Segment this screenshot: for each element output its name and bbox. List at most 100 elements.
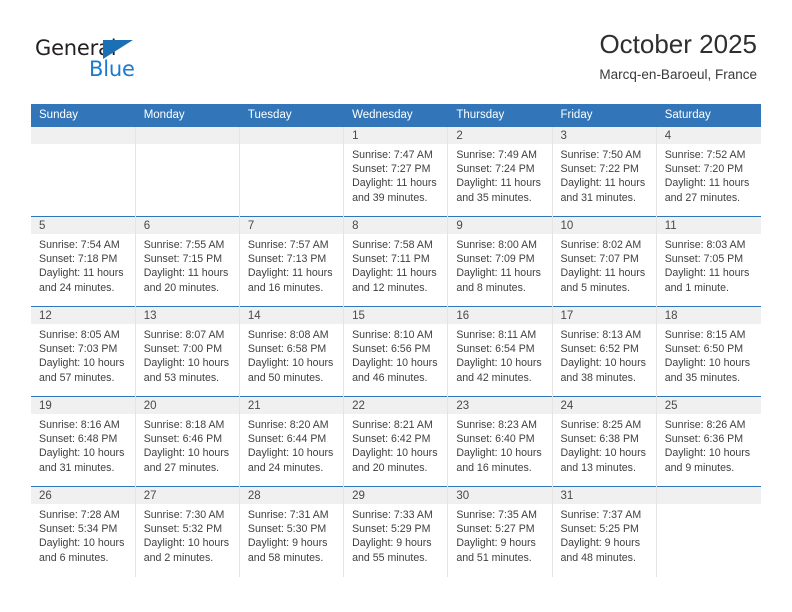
daylight-text-line1: Daylight: 10 hours	[456, 447, 542, 460]
daylight-text-line1: Daylight: 10 hours	[664, 447, 751, 460]
daylight-text-line2: and 1 minute.	[664, 281, 729, 294]
calendar-day-cell[interactable]: 19 Sunrise: 8:16 AM Sunset: 6:48 PM Dayligh…	[31, 396, 136, 487]
daylight-text-line1: Daylight: 10 hours	[560, 447, 646, 460]
calendar-day-cell[interactable]: 9 Sunrise: 8:00 AM Sunset: 7:09 PM Daylight…	[447, 216, 553, 307]
calendar-day-cell[interactable]: 31 Sunrise: 7:37 AM Sunset: 5:25 PM Dayligh…	[552, 486, 657, 577]
sunrise-text: Sunrise: 8:13 AM	[560, 329, 642, 341]
calendar-day-cell[interactable]: 7 Sunrise: 7:57 AM Sunset: 7:13 PM Daylight…	[239, 216, 345, 307]
calendar-day-cell[interactable]: 8 Sunrise: 7:58 AM Sunset: 7:11 PM Daylight…	[343, 216, 449, 307]
day-details: Sunrise: 7:57 AM Sunset: 7:13 PM Daylight:…	[240, 234, 343, 295]
day-number: 1	[344, 127, 448, 144]
calendar-day-cell[interactable]: 5 Sunrise: 7:54 AM Sunset: 7:18 PM Daylight…	[31, 216, 136, 307]
daylight-text-line2: and 12 minutes.	[352, 281, 428, 294]
calendar-day-cell[interactable]: 13 Sunrise: 8:07 AM Sunset: 7:00 PM Dayligh…	[135, 306, 240, 397]
sunset-text: Sunset: 6:38 PM	[560, 433, 639, 446]
daylight-text-line2: and 39 minutes.	[352, 191, 428, 204]
day-number: 4	[656, 127, 761, 144]
calendar-day-cell[interactable]: 3 Sunrise: 7:50 AM Sunset: 7:22 PM Daylight…	[552, 126, 657, 217]
calendar-day-cell[interactable]: 28 Sunrise: 7:31 AM Sunset: 5:30 PM Dayligh…	[239, 486, 345, 577]
sunset-text: Sunset: 7:22 PM	[560, 163, 639, 176]
daylight-text-line1: Daylight: 11 hours	[352, 177, 437, 190]
day-number	[239, 127, 344, 144]
daylight-text-line1: Daylight: 10 hours	[39, 357, 125, 370]
title-block: October 2025 Marcq-en-Baroeul, France	[599, 28, 757, 84]
day-details: Sunrise: 8:20 AM Sunset: 6:44 PM Daylight:…	[240, 414, 343, 475]
day-number: 16	[448, 307, 552, 324]
daylight-text-line2: and 55 minutes.	[352, 551, 428, 564]
weekday-header-saturday: Saturday	[656, 104, 762, 127]
calendar-day-cell[interactable]: 22 Sunrise: 8:21 AM Sunset: 6:42 PM Dayligh…	[343, 396, 449, 487]
calendar-day-cell[interactable]: 1 Sunrise: 7:47 AM Sunset: 7:27 PM Daylight…	[343, 126, 449, 217]
calendar-day-cell[interactable]: 26 Sunrise: 7:28 AM Sunset: 5:34 PM Dayligh…	[31, 486, 136, 577]
daylight-text-line2: and 42 minutes.	[456, 371, 532, 384]
sunrise-text: Sunrise: 7:33 AM	[352, 509, 433, 521]
daylight-text-line2: and 27 minutes.	[664, 191, 741, 204]
day-number: 3	[552, 127, 656, 144]
daylight-text-line2: and 57 minutes.	[39, 371, 115, 384]
daylight-text-line1: Daylight: 10 hours	[143, 357, 230, 370]
sunrise-text: Sunrise: 8:25 AM	[560, 419, 642, 431]
calendar-day-cell[interactable]: 12 Sunrise: 8:05 AM Sunset: 7:03 PM Dayligh…	[31, 306, 136, 397]
calendar-day-cell[interactable]: 15 Sunrise: 8:10 AM Sunset: 6:56 PM Dayligh…	[343, 306, 449, 397]
day-number: 17	[552, 307, 656, 324]
calendar-day-cell[interactable]: 27 Sunrise: 7:30 AM Sunset: 5:32 PM Dayligh…	[135, 486, 240, 577]
daylight-text-line1: Daylight: 9 hours	[352, 537, 432, 550]
logo-text-blue: Blue	[89, 57, 135, 81]
calendar-day-cell[interactable]: 11 Sunrise: 8:03 AM Sunset: 7:05 PM Dayligh…	[656, 216, 761, 307]
calendar-day-cell[interactable]: 18 Sunrise: 8:15 AM Sunset: 6:50 PM Dayligh…	[656, 306, 761, 397]
daylight-text-line2: and 6 minutes.	[39, 551, 109, 564]
sunset-text: Sunset: 7:24 PM	[456, 163, 535, 176]
general-blue-logo: General Blue	[35, 36, 155, 84]
day-details: Sunrise: 7:58 AM Sunset: 7:11 PM Daylight:…	[344, 234, 447, 295]
calendar-day-cell[interactable]: 6 Sunrise: 7:55 AM Sunset: 7:15 PM Daylight…	[135, 216, 240, 307]
daylight-text-line1: Daylight: 11 hours	[39, 267, 124, 280]
day-number: 8	[344, 217, 448, 234]
daylight-text-line2: and 53 minutes.	[143, 371, 220, 384]
calendar-day-cell[interactable]: 4 Sunrise: 7:52 AM Sunset: 7:20 PM Daylight…	[656, 126, 761, 217]
sunset-text: Sunset: 6:40 PM	[456, 433, 535, 446]
day-number: 29	[344, 487, 448, 504]
day-details: Sunrise: 7:52 AM Sunset: 7:20 PM Daylight:…	[657, 144, 761, 205]
sunset-text: Sunset: 7:07 PM	[560, 253, 639, 266]
calendar-day-cell[interactable]: 17 Sunrise: 8:13 AM Sunset: 6:52 PM Dayligh…	[552, 306, 657, 397]
calendar-day-cell[interactable]: 20 Sunrise: 8:18 AM Sunset: 6:46 PM Dayligh…	[135, 396, 240, 487]
sunset-text: Sunset: 6:44 PM	[247, 433, 327, 446]
daylight-text-line2: and 35 minutes.	[456, 191, 532, 204]
calendar-day-cell[interactable]: 2 Sunrise: 7:49 AM Sunset: 7:24 PM Daylight…	[447, 126, 553, 217]
sunrise-text: Sunrise: 7:52 AM	[664, 149, 746, 161]
day-number: 21	[239, 397, 344, 414]
sunrise-text: Sunrise: 7:49 AM	[456, 149, 537, 161]
day-number: 20	[135, 397, 239, 414]
day-details: Sunrise: 7:35 AM Sunset: 5:27 PM Daylight:…	[448, 504, 551, 565]
daylight-text-line1: Daylight: 11 hours	[456, 177, 541, 190]
sunrise-text: Sunrise: 8:23 AM	[456, 419, 537, 431]
calendar-day-cell[interactable]: 29 Sunrise: 7:33 AM Sunset: 5:29 PM Dayligh…	[343, 486, 449, 577]
daylight-text-line1: Daylight: 11 hours	[456, 267, 541, 280]
day-details: Sunrise: 7:49 AM Sunset: 7:24 PM Daylight:…	[448, 144, 551, 205]
calendar-week-row: 26 Sunrise: 7:28 AM Sunset: 5:34 PM Dayligh…	[31, 486, 761, 577]
day-details: Sunrise: 8:25 AM Sunset: 6:38 PM Daylight:…	[553, 414, 656, 475]
sunset-text: Sunset: 7:09 PM	[456, 253, 535, 266]
day-details: Sunrise: 7:55 AM Sunset: 7:15 PM Daylight:…	[136, 234, 239, 295]
calendar-day-cell[interactable]: 24 Sunrise: 8:25 AM Sunset: 6:38 PM Dayligh…	[552, 396, 657, 487]
sunrise-text: Sunrise: 7:28 AM	[39, 509, 120, 521]
calendar-day-cell[interactable]: 21 Sunrise: 8:20 AM Sunset: 6:44 PM Dayligh…	[239, 396, 345, 487]
calendar-day-cell[interactable]: 25 Sunrise: 8:26 AM Sunset: 6:36 PM Dayligh…	[656, 396, 761, 487]
calendar-body: 1 Sunrise: 7:47 AM Sunset: 7:27 PM Daylight…	[31, 126, 761, 577]
calendar-day-cell[interactable]: 30 Sunrise: 7:35 AM Sunset: 5:27 PM Dayligh…	[447, 486, 553, 577]
daylight-text-line2: and 8 minutes.	[456, 281, 526, 294]
daylight-text-line1: Daylight: 9 hours	[560, 537, 641, 550]
daylight-text-line2: and 24 minutes.	[39, 281, 115, 294]
daylight-text-line2: and 31 minutes.	[39, 461, 115, 474]
day-details: Sunrise: 8:23 AM Sunset: 6:40 PM Daylight:…	[448, 414, 551, 475]
sunrise-text: Sunrise: 8:11 AM	[456, 329, 537, 341]
day-number: 9	[448, 217, 552, 234]
calendar-day-cell[interactable]: 10 Sunrise: 8:02 AM Sunset: 7:07 PM Dayligh…	[552, 216, 657, 307]
day-number: 26	[31, 487, 135, 504]
calendar-day-cell-empty	[656, 486, 761, 577]
day-details: Sunrise: 8:21 AM Sunset: 6:42 PM Daylight:…	[344, 414, 447, 475]
calendar-day-cell[interactable]: 14 Sunrise: 8:08 AM Sunset: 6:58 PM Dayligh…	[239, 306, 345, 397]
calendar-day-cell[interactable]: 16 Sunrise: 8:11 AM Sunset: 6:54 PM Dayligh…	[447, 306, 553, 397]
calendar-day-cell[interactable]: 23 Sunrise: 8:23 AM Sunset: 6:40 PM Dayligh…	[447, 396, 553, 487]
daylight-text-line1: Daylight: 10 hours	[247, 357, 334, 370]
